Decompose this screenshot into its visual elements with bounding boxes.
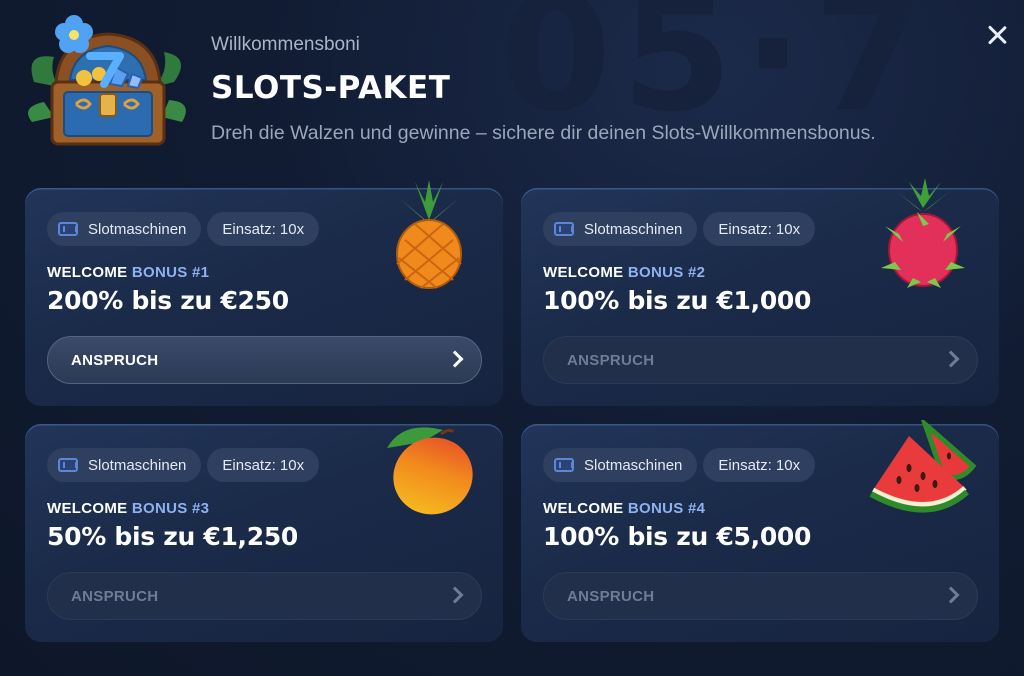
treasure-chest-icon [28,15,186,146]
bonus-card-1: Slotmaschinen Einsatz: 10x WELCOME BONUS… [25,180,503,406]
wager-chip-label: Einsatz: 10x [222,456,305,474]
header-description: Dreh die Walzen und gewinne – sichere di… [211,122,876,144]
wager-chip-label: Einsatz: 10x [222,220,305,238]
watermelon-icon [869,420,977,513]
chevron-right-icon [942,586,960,604]
bonus-label-prefix: WELCOME [543,500,624,517]
slot-machine-icon [554,222,574,236]
mango-icon [387,427,473,515]
bonus-label-number: BONUS #2 [627,264,706,281]
slot-machine-icon [58,222,78,236]
claim-button-label: ANSPRUCH [71,587,159,605]
bonus-label: WELCOME BONUS #3 [47,500,209,517]
bonus-label-prefix: WELCOME [47,500,128,517]
claim-button-label: ANSPRUCH [567,351,655,369]
category-chip: Slotmaschinen [543,212,698,246]
category-chip: Slotmaschinen [543,448,698,482]
slot-machine-icon [554,458,574,472]
pineapple-icon [396,180,462,289]
wager-chip: Einsatz: 10x [703,448,816,482]
wager-chip-label: Einsatz: 10x [718,220,801,238]
bonus-label-number: BONUS #3 [131,500,210,517]
bonus-label-prefix: WELCOME [543,264,624,281]
category-chip-label: Slotmaschinen [88,456,187,474]
category-chip: Slotmaschinen [47,448,202,482]
bonus-label: WELCOME BONUS #1 [47,264,209,281]
bonus-label-prefix: WELCOME [47,264,128,281]
close-icon[interactable] [982,20,1012,50]
wager-chip: Einsatz: 10x [207,212,320,246]
chevron-right-icon [446,586,464,604]
chevron-right-icon [446,350,464,368]
dragonfruit-icon [881,178,965,288]
category-chip: Slotmaschinen [47,212,202,246]
slot-machine-icon [58,458,78,472]
bonus-card-2: Slotmaschinen Einsatz: 10x WELCOME BONUS… [521,178,999,406]
bonus-offer: 100% bis zu €5,000 [543,522,812,551]
bonus-offer: 50% bis zu €1,250 [47,522,299,551]
category-chip-label: Slotmaschinen [584,220,683,238]
bonus-offer: 200% bis zu €250 [47,286,289,315]
wager-chip: Einsatz: 10x [703,212,816,246]
bonus-label-number: BONUS #4 [627,500,706,517]
bonus-label: WELCOME BONUS #2 [543,264,705,281]
bonus-label: WELCOME BONUS #4 [543,500,705,517]
category-chip-label: Slotmaschinen [88,220,187,238]
chevron-right-icon [942,350,960,368]
claim-button-label: ANSPRUCH [567,587,655,605]
bonus-card-3: Slotmaschinen Einsatz: 10x WELCOME BONUS… [25,424,503,642]
claim-button[interactable]: ANSPRUCH [543,336,978,384]
claim-button[interactable]: ANSPRUCH [47,336,482,384]
bonus-label-number: BONUS #1 [131,264,210,281]
claim-button-label: ANSPRUCH [71,351,159,369]
claim-button[interactable]: ANSPRUCH [47,572,482,620]
page-title: SLOTS-PAKET [211,70,451,106]
bonus-card-4: Slotmaschinen Einsatz: 10x WELCOME BONUS… [521,420,999,642]
category-chip-label: Slotmaschinen [584,456,683,474]
claim-button[interactable]: ANSPRUCH [543,572,978,620]
bonus-offer: 100% bis zu €1,000 [543,286,812,315]
header-subtitle: Willkommensboni [211,34,360,55]
wager-chip-label: Einsatz: 10x [718,456,801,474]
wager-chip: Einsatz: 10x [207,448,320,482]
